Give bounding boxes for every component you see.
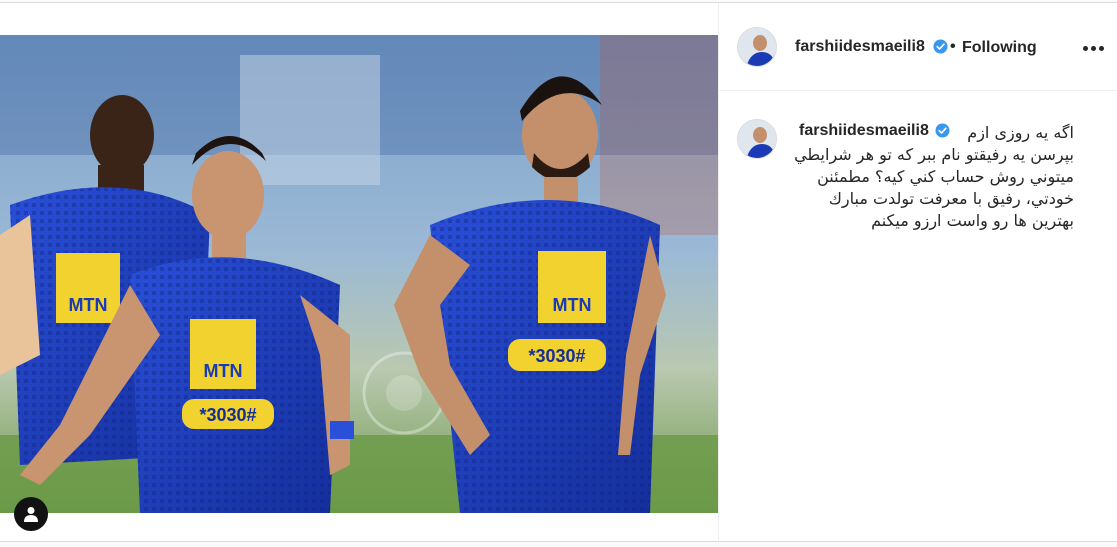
user-tag-button[interactable] xyxy=(14,497,48,531)
username-link[interactable]: farshiidesmaeili8 xyxy=(795,38,925,56)
avatar-image xyxy=(738,120,776,158)
svg-text:*3030#: *3030# xyxy=(199,405,256,425)
caption-line: ميتوني روش حساب كني كيه؟ مطمئنن xyxy=(817,167,1074,186)
user-tag-icon xyxy=(24,507,38,522)
more-horizontal-icon xyxy=(1082,45,1088,51)
following-button[interactable]: Following xyxy=(962,39,1037,57)
avatar-image xyxy=(738,28,776,66)
caption-avatar[interactable] xyxy=(737,119,777,159)
caption-line: بهترین ها رو واست ارزو میکنم xyxy=(871,211,1074,230)
verified-badge-icon xyxy=(933,39,948,54)
post-side-panel: farshiidesmaeili8 • Following farshiides… xyxy=(719,3,1117,543)
more-options-button[interactable] xyxy=(1080,37,1106,59)
post-header: farshiidesmaeili8 • Following xyxy=(719,3,1117,91)
svg-text:MTN: MTN xyxy=(69,295,108,315)
caption-line: بپرسن یه رفیقتو نام ببر که تو هر شرایطي xyxy=(794,145,1074,164)
more-dot xyxy=(1098,45,1104,51)
football-photo: MTN MTN *3030# MTN *3030# xyxy=(0,35,718,513)
caption-text: اگه یه روزی ازم بپرسن یه رفیقتو نام ببر … xyxy=(794,122,1074,232)
svg-text:MTN: MTN xyxy=(204,361,243,381)
avatar[interactable] xyxy=(737,27,777,67)
post-image[interactable]: MTN MTN *3030# MTN *3030# xyxy=(0,35,718,531)
svg-text:MTN: MTN xyxy=(553,295,592,315)
caption-line: خودتي، رفيق با معرفت تولدت مبارك xyxy=(828,189,1074,208)
more-dot xyxy=(1090,45,1096,51)
svg-text:*3030#: *3030# xyxy=(528,346,585,366)
caption-line: اگه یه روزی ازم xyxy=(967,123,1074,142)
instagram-post: MTN MTN *3030# MTN *3030# farshiidesmaei… xyxy=(0,2,1117,543)
separator: • xyxy=(950,38,956,55)
